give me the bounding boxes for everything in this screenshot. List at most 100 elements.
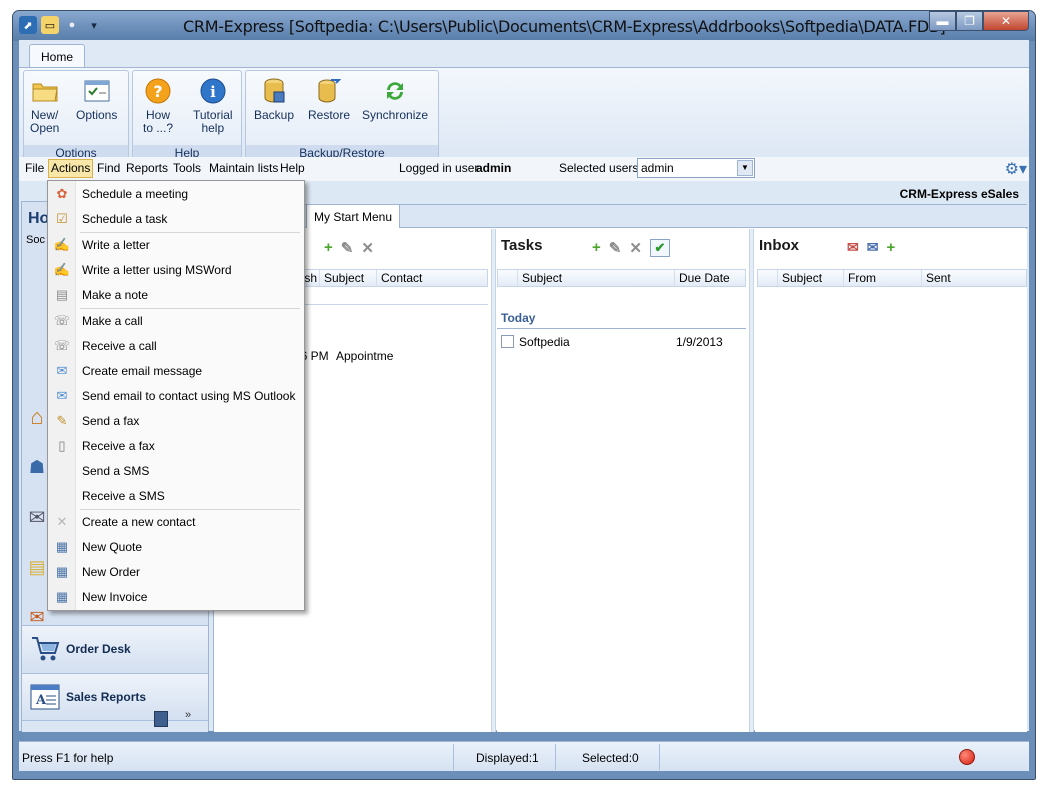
- dropdown-icon[interactable]: ▾: [85, 16, 103, 34]
- synchronize-button[interactable]: Synchronize: [362, 77, 428, 122]
- menu-item-make-a-note[interactable]: ▤ Make a note: [48, 283, 304, 307]
- menu-item-receive-a-call[interactable]: ☏ Receive a call: [48, 334, 304, 358]
- col-check: [498, 270, 518, 286]
- database-restore-icon: [315, 77, 343, 105]
- menu-item-send-a-fax[interactable]: ✎ Send a fax: [48, 409, 304, 433]
- sidebar-item-order-desk[interactable]: Order Desk: [22, 625, 208, 671]
- ribbon-group-options: New/ Open Options Options: [23, 70, 129, 162]
- how-to-button[interactable]: ? How to ...?: [143, 77, 173, 135]
- menu-item-label: Receive a SMS: [82, 489, 165, 503]
- tab-home[interactable]: Home: [29, 44, 85, 68]
- col-due-date[interactable]: Due Date: [675, 270, 745, 286]
- report-icon: A: [28, 682, 62, 712]
- maximize-button[interactable]: ❐: [956, 11, 983, 31]
- status-separator: [453, 744, 454, 770]
- menu-item-label: Make a note: [82, 288, 149, 302]
- tutorial-help-label: Tutorial help: [193, 108, 233, 135]
- mail-forward-icon[interactable]: ✉: [867, 239, 879, 256]
- options-button[interactable]: Options: [76, 77, 117, 122]
- col-sent[interactable]: Sent: [922, 270, 1026, 286]
- menu-item-label: Send a fax: [82, 414, 140, 428]
- status-selected: Selected:0: [582, 751, 639, 765]
- menu-actions[interactable]: Actions: [48, 159, 94, 178]
- restore-button[interactable]: Restore: [308, 77, 350, 122]
- delete-task-icon[interactable]: ✕: [629, 239, 642, 257]
- how-to-label: How to ...?: [143, 108, 174, 135]
- selected-users-select[interactable]: admin ▼: [637, 158, 755, 178]
- record-indicator-icon[interactable]: [959, 749, 975, 765]
- col-task-subject[interactable]: Subject: [518, 270, 675, 286]
- menu-tools[interactable]: Tools: [173, 161, 201, 175]
- gear-icon[interactable]: ⚙▾: [1005, 159, 1027, 179]
- meeting-icon: ✿: [56, 186, 68, 201]
- menu-item-make-a-call[interactable]: ☏ Make a call: [48, 309, 304, 333]
- add-task-icon[interactable]: +: [592, 239, 601, 257]
- cart-icon: [28, 634, 62, 664]
- menu-item-create-a-new-contact[interactable]: ✕ Create a new contact: [48, 510, 304, 534]
- add-mail-icon[interactable]: +: [886, 239, 895, 256]
- menu-item-receive-a-fax[interactable]: ▯ Receive a fax: [48, 434, 304, 458]
- ribbon-group-help: ? How to ...? i Tutorial help Help: [132, 70, 242, 162]
- splitter-2[interactable]: [749, 229, 754, 732]
- menu-find[interactable]: Find: [97, 161, 120, 175]
- folder-icon: [31, 77, 59, 105]
- mail-read-icon[interactable]: ✉: [847, 239, 859, 256]
- chevron-right-icon[interactable]: »: [185, 709, 191, 721]
- chevron-down-icon[interactable]: ▼: [737, 160, 753, 176]
- menu-item-schedule-a-task[interactable]: ☑ Schedule a task: [48, 207, 304, 231]
- minimize-button[interactable]: ▬: [929, 11, 956, 31]
- tutorial-help-button[interactable]: i Tutorial help: [193, 77, 233, 135]
- edit-task-icon[interactable]: ✎: [609, 239, 622, 257]
- backup-button[interactable]: Backup: [254, 77, 294, 122]
- task-row-due[interactable]: 1/9/2013: [676, 335, 723, 349]
- menu-maintain-lists[interactable]: Maintain lists: [209, 161, 278, 175]
- panel-toggle-icon[interactable]: [154, 711, 168, 727]
- menu-item-receive-a-sms[interactable]: Receive a SMS: [48, 484, 304, 508]
- options-checklist-icon: [83, 77, 111, 105]
- menu-item-write-a-letter[interactable]: ✍ Write a letter: [48, 233, 304, 257]
- complete-task-icon[interactable]: ✔: [649, 239, 670, 257]
- actions-dropdown-menu: ✿ Schedule a meeting ☑ Schedule a task ✍ Writ…: [47, 180, 305, 611]
- circle-icon[interactable]: ●: [63, 16, 81, 34]
- menu-item-create-email-message[interactable]: ✉ Create email message: [48, 359, 304, 383]
- menu-item-new-invoice[interactable]: ▦ New Invoice: [48, 585, 304, 609]
- appointment-row-subject[interactable]: Appointme: [336, 349, 393, 363]
- splitter[interactable]: [491, 229, 496, 732]
- col-subject[interactable]: Subject: [320, 270, 377, 286]
- new-open-label: New/ Open: [30, 108, 60, 135]
- new-open-button[interactable]: New/ Open: [30, 77, 59, 135]
- open-folder-icon[interactable]: ▭: [41, 16, 59, 34]
- menu-separator: [80, 509, 300, 510]
- edit-icon[interactable]: ✎: [341, 239, 354, 257]
- menu-item-label: New Order: [82, 565, 141, 579]
- menu-item-new-quote[interactable]: ▦ New Quote: [48, 535, 304, 559]
- menu-item-write-a-letter-using-msword[interactable]: ✍ Write a letter using MSWord: [48, 258, 304, 282]
- svg-text:A: A: [35, 693, 47, 708]
- col-from[interactable]: From: [844, 270, 922, 286]
- close-button[interactable]: ✕: [983, 11, 1029, 31]
- title-bar[interactable]: ⬈ ▭ ● ▾ CRM-Express [Softpedia: C:\Users…: [13, 11, 1035, 41]
- app-icon[interactable]: ⬈: [19, 16, 37, 34]
- sidebar-item-sales-reports[interactable]: A Sales Reports: [22, 673, 208, 719]
- col-contact[interactable]: Contact: [377, 270, 487, 286]
- email-icon: ✉: [56, 363, 68, 378]
- tab-my-start-menu[interactable]: My Start Menu: [306, 204, 400, 228]
- sidebar-footer: [22, 720, 208, 732]
- menu-item-schedule-a-meeting[interactable]: ✿ Schedule a meeting: [48, 182, 304, 206]
- menu-item-send-a-sms[interactable]: Send a SMS: [48, 459, 304, 483]
- delete-icon[interactable]: ✕: [361, 239, 374, 257]
- menu-file[interactable]: File: [25, 161, 44, 175]
- menu-help[interactable]: Help: [280, 161, 305, 175]
- task-row-subject[interactable]: Softpedia: [519, 335, 570, 349]
- menu-item-label: Schedule a meeting: [82, 187, 189, 201]
- add-icon[interactable]: +: [324, 239, 333, 257]
- menu-reports[interactable]: Reports: [126, 161, 168, 175]
- menu-item-send-email-to-contact-using-ms-outlook[interactable]: ✉ Send email to contact using MS Outlook: [48, 384, 304, 408]
- task-checkbox[interactable]: [501, 335, 514, 348]
- selected-users-value: admin: [641, 161, 674, 175]
- status-help-text: Press F1 for help: [22, 751, 114, 765]
- outlook-icon: ✉: [56, 388, 68, 403]
- menu-item-new-order[interactable]: ▦ New Order: [48, 560, 304, 584]
- col-inbox-subject[interactable]: Subject: [778, 270, 844, 286]
- inbox-panel: Inbox ✉ ✉ + Subject From Sent: [755, 229, 1027, 732]
